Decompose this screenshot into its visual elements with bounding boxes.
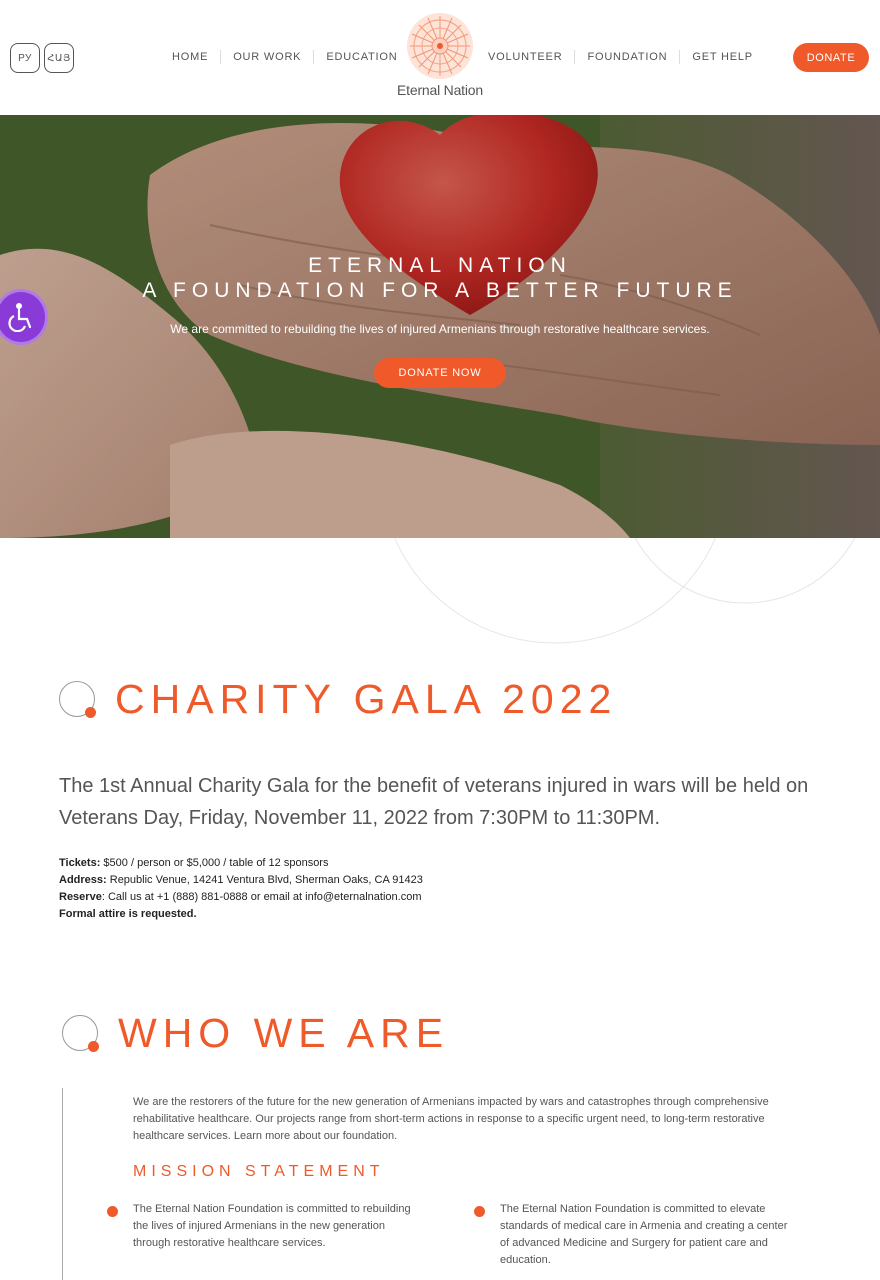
mission-statement-title: MISSION STATEMENT [133, 1163, 385, 1180]
hero-title-line1: ETERNAL NATION [308, 254, 572, 277]
who-description: We are the restorers of the future for t… [133, 1096, 769, 1142]
header-donate-button[interactable]: DONATE [793, 43, 869, 72]
nav-left: HOME OUR WORK EDUCATION [160, 50, 410, 64]
lang-switch-ru[interactable]: РУ [10, 43, 40, 73]
hero-donate-now-button[interactable]: DONATE NOW [374, 358, 506, 388]
gala-reserve: Reserve: Call us at +1 (888) 881-0888 or… [59, 891, 422, 903]
mandala-logo-icon [407, 13, 473, 79]
gala-attire: Formal attire is requested. [59, 908, 197, 920]
gala-lead-text: The 1st Annual Charity Gala for the bene… [59, 775, 809, 829]
decorative-arcs [0, 538, 880, 648]
gala-title: CHARITY GALA 2022 [115, 676, 618, 722]
hero-banner: ETERNAL NATION A FOUNDATION FOR A BETTER… [0, 115, 880, 538]
hero-title-line2: A FOUNDATION FOR A BETTER FUTURE [142, 279, 738, 302]
gala-heading: CHARITY GALA 2022 [59, 676, 617, 723]
gala-address: Address: Republic Venue, 14241 Ventura B… [59, 874, 423, 886]
nav-right: VOLUNTEER FOUNDATION GET HELP [476, 50, 765, 64]
bullet-dot-icon [474, 1206, 485, 1217]
mission-item-1: The Eternal Nation Foundation is committ… [133, 1203, 411, 1249]
nav-get-help[interactable]: GET HELP [679, 50, 765, 64]
vertical-divider [62, 1088, 63, 1280]
ring-dot-icon [59, 680, 97, 719]
nav-home[interactable]: HOME [160, 50, 220, 64]
site-header: РУ ՀԱՅ HOME OUR WORK EDUCATION Eternal N… [0, 0, 880, 115]
wheelchair-icon [8, 303, 32, 332]
hero-subtitle: We are committed to rebuilding the lives… [170, 322, 710, 336]
who-heading: WHO WE ARE [62, 1010, 449, 1057]
nav-foundation[interactable]: FOUNDATION [574, 50, 679, 64]
logo-text: Eternal Nation [397, 82, 483, 98]
nav-our-work[interactable]: OUR WORK [220, 50, 313, 64]
mission-item-2: The Eternal Nation Foundation is committ… [500, 1203, 788, 1266]
gala-details: Tickets: $500 / person or $5,000 / table… [59, 855, 423, 923]
who-title: WHO WE ARE [118, 1010, 450, 1056]
bullet-dot-icon [107, 1206, 118, 1217]
gala-tickets: Tickets: $500 / person or $5,000 / table… [59, 857, 329, 869]
nav-volunteer[interactable]: VOLUNTEER [476, 50, 574, 64]
lang-switch-hy[interactable]: ՀԱՅ [44, 43, 74, 73]
ring-dot-icon [62, 1014, 100, 1053]
